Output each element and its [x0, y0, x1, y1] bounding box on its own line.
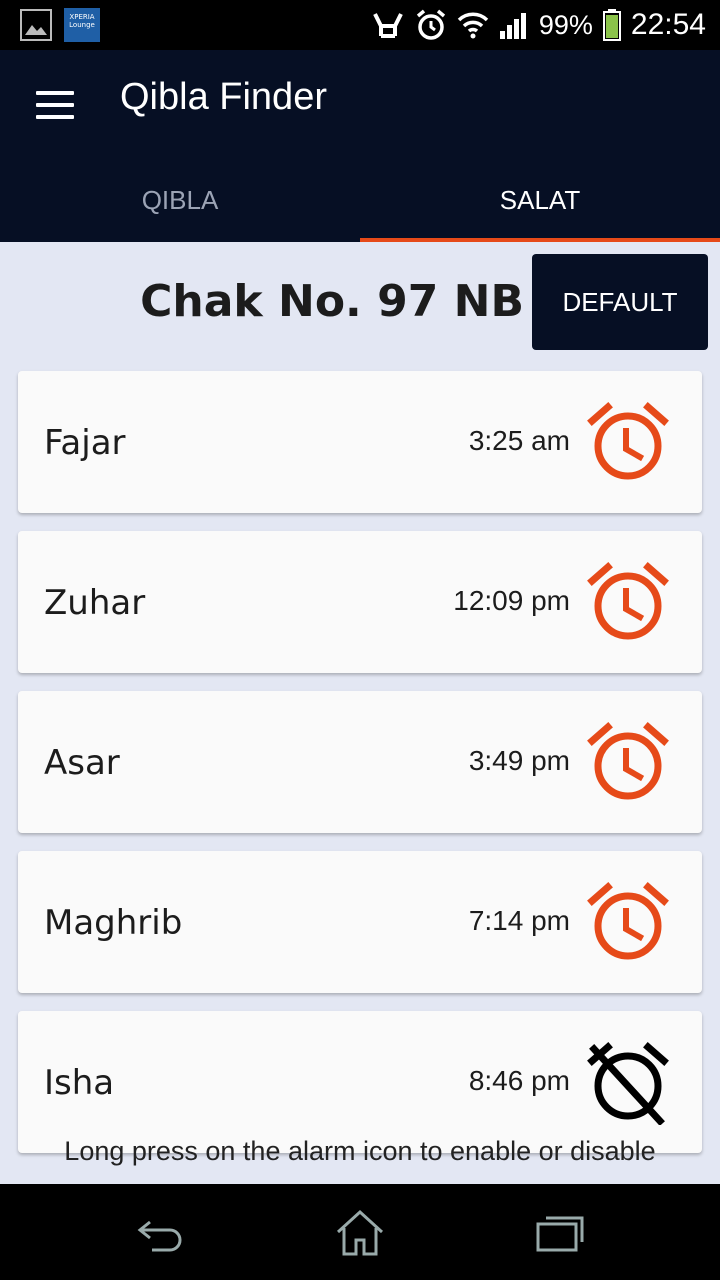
alarm-on-icon[interactable] [586, 561, 670, 645]
app-title: Qibla Finder [120, 76, 327, 118]
prayer-name: Fajar [44, 423, 126, 463]
prayer-time: 3:25 am [468, 425, 570, 456]
selected-tab-indicator [360, 238, 720, 242]
default-button[interactable]: DEFAULT [532, 254, 708, 350]
prayer-time: 8:46 pm [468, 1065, 570, 1096]
battery-icon [602, 9, 621, 41]
prayer-time: 7:14 pm [468, 905, 570, 936]
tab-salat[interactable]: SALAT [360, 172, 720, 242]
hint-text: Long press on the alarm icon to enable o… [64, 1136, 656, 1166]
gesture-icon [373, 13, 403, 38]
tab-qibla[interactable]: QIBLA [0, 172, 360, 242]
gallery-notification-icon [20, 9, 52, 41]
prayer-time: 3:49 pm [468, 745, 570, 776]
alarm-on-icon[interactable] [586, 881, 670, 965]
prayer-name: Asar [44, 743, 120, 783]
navigation-bar [0, 1184, 720, 1280]
location-name: Chak No. 97 NB [140, 276, 524, 327]
prayer-time: 12:09 pm [453, 585, 570, 616]
prayer-card-asar: Asar 3:49 pm [18, 691, 702, 833]
prayer-card-maghrib: Maghrib 7:14 pm [18, 851, 702, 993]
xperia-lounge-icon: XPERIA Lounge [64, 8, 100, 42]
back-icon[interactable] [132, 1208, 188, 1256]
status-bar: XPERIA Lounge 99% 22:54 [0, 0, 720, 50]
alarm-status-icon [416, 9, 445, 40]
prayer-name: Maghrib [44, 903, 183, 943]
prayer-name: Isha [44, 1063, 115, 1103]
prayer-card-isha: Isha 8:46 pm [18, 1011, 702, 1153]
prayer-card-zuhar: Zuhar 12:09 pm [18, 531, 702, 673]
battery-percent: 99% [538, 9, 593, 40]
signal-icon [499, 13, 526, 39]
hamburger-menu-icon[interactable] [36, 91, 76, 121]
alarm-on-icon[interactable] [586, 721, 670, 805]
alarm-off-icon[interactable] [586, 1041, 670, 1125]
alarm-on-icon[interactable] [586, 401, 670, 485]
prayer-name: Zuhar [44, 583, 146, 623]
clock: 22:54 [630, 8, 706, 41]
recent-apps-icon[interactable] [532, 1208, 588, 1256]
prayer-card-fajar: Fajar 3:25 am [18, 371, 702, 513]
home-icon[interactable] [332, 1208, 388, 1256]
wifi-icon [457, 12, 489, 39]
